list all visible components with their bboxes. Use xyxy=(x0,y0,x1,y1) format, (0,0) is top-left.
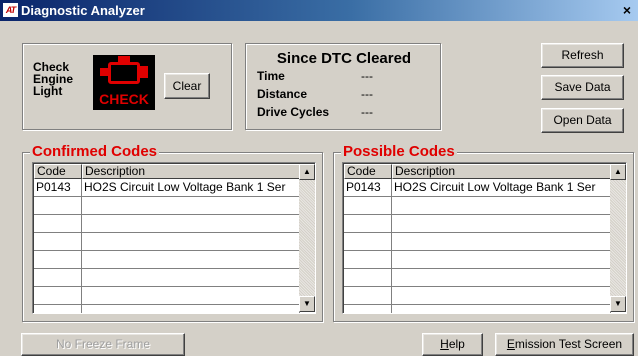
engine-icon-right xyxy=(140,66,148,78)
description-cell xyxy=(392,233,611,251)
table-row[interactable] xyxy=(34,215,300,233)
description-cell xyxy=(82,251,300,269)
code-cell xyxy=(344,305,392,313)
description-cell xyxy=(82,233,300,251)
description-cell: HO2S Circuit Low Voltage Bank 1 Ser xyxy=(82,179,300,197)
help-label: elp xyxy=(448,337,465,351)
code-cell xyxy=(34,287,82,305)
confirmed-codes-title: Confirmed Codes xyxy=(30,143,160,160)
code-cell xyxy=(34,197,82,215)
description-cell xyxy=(82,215,300,233)
emission-accel: E xyxy=(506,337,515,351)
engine-icon xyxy=(108,62,140,84)
description-cell xyxy=(82,287,300,305)
code-cell xyxy=(344,287,392,305)
scroll-up-icon[interactable]: ▲ xyxy=(299,164,315,180)
description-cell xyxy=(392,197,611,215)
help-button[interactable]: Help xyxy=(422,333,483,356)
clear-button[interactable]: Clear xyxy=(164,73,210,99)
scroll-down-icon[interactable]: ▼ xyxy=(610,296,626,312)
dtc-distance-value: --- xyxy=(361,87,373,101)
emission-test-screen-button[interactable]: Emission Test Screen xyxy=(495,333,634,356)
close-icon: × xyxy=(622,2,632,18)
table-row[interactable] xyxy=(344,269,611,287)
table-row[interactable] xyxy=(344,251,611,269)
dtc-time-value: --- xyxy=(361,69,373,83)
table-row[interactable] xyxy=(344,197,611,215)
app-icon: AT xyxy=(3,3,18,17)
description-cell xyxy=(82,269,300,287)
vertical-scrollbar[interactable]: ▲ ▼ xyxy=(610,164,626,312)
table-row[interactable] xyxy=(34,287,300,305)
code-cell xyxy=(344,251,392,269)
dtc-drive-cycles-value: --- xyxy=(361,105,373,119)
code-cell xyxy=(344,269,392,287)
column-header-description[interactable]: Description xyxy=(82,164,300,179)
table-row[interactable] xyxy=(34,233,300,251)
possible-codes-title: Possible Codes xyxy=(341,143,457,160)
possible-codes-table[interactable]: Code Description P0143 HO2S Circuit Low V… xyxy=(342,162,627,314)
save-data-button[interactable]: Save Data xyxy=(541,75,624,100)
code-cell xyxy=(34,233,82,251)
table-row[interactable]: P0143 HO2S Circuit Low Voltage Bank 1 Ser xyxy=(34,179,300,197)
description-cell xyxy=(392,269,611,287)
check-engine-label-line: Light xyxy=(33,84,63,98)
dtc-time-label: Time xyxy=(257,69,285,83)
table-row[interactable] xyxy=(344,233,611,251)
column-header-description[interactable]: Description xyxy=(392,164,611,179)
window-title: Diagnostic Analyzer xyxy=(21,3,145,18)
table-row[interactable] xyxy=(34,251,300,269)
emission-label: mission Test Screen xyxy=(514,337,623,351)
confirmed-codes-table[interactable]: Code Description P0143 HO2S Circuit Low V… xyxy=(32,162,316,314)
code-cell xyxy=(34,305,82,313)
description-cell xyxy=(392,251,611,269)
code-cell xyxy=(344,233,392,251)
description-cell xyxy=(392,287,611,305)
code-cell xyxy=(34,215,82,233)
vertical-scrollbar[interactable]: ▲ ▼ xyxy=(299,164,315,312)
table-row[interactable]: P0143 HO2S Circuit Low Voltage Bank 1 Ser xyxy=(344,179,611,197)
table-row[interactable] xyxy=(344,215,611,233)
description-cell xyxy=(392,215,611,233)
scroll-up-icon[interactable]: ▲ xyxy=(610,164,626,180)
refresh-button[interactable]: Refresh xyxy=(541,43,624,68)
column-header-code[interactable]: Code xyxy=(344,164,392,179)
table-row[interactable] xyxy=(344,305,611,313)
dtc-title: Since DTC Cleared xyxy=(276,50,412,67)
description-cell xyxy=(82,305,300,313)
check-lamp-text: CHECK xyxy=(99,91,149,107)
description-cell xyxy=(392,305,611,313)
close-button[interactable]: × xyxy=(618,2,636,19)
check-engine-label: Check Engine Light xyxy=(33,61,93,97)
code-cell xyxy=(34,269,82,287)
dtc-distance-label: Distance xyxy=(257,87,308,101)
code-cell xyxy=(344,197,392,215)
description-cell xyxy=(82,197,300,215)
table-row[interactable] xyxy=(344,287,611,305)
column-header-code[interactable]: Code xyxy=(34,164,82,179)
engine-icon-left xyxy=(100,68,108,76)
code-cell xyxy=(344,215,392,233)
dtc-drive-cycles-label: Drive Cycles xyxy=(257,105,330,119)
table-row[interactable] xyxy=(34,197,300,215)
code-cell xyxy=(34,251,82,269)
code-cell: P0143 xyxy=(344,179,392,197)
open-data-button[interactable]: Open Data xyxy=(541,108,624,133)
description-cell: HO2S Circuit Low Voltage Bank 1 Ser xyxy=(392,179,611,197)
scroll-down-icon[interactable]: ▼ xyxy=(299,296,315,312)
no-freeze-frame-button[interactable]: No Freeze Frame xyxy=(21,333,185,356)
table-row[interactable] xyxy=(34,269,300,287)
table-row[interactable] xyxy=(34,305,300,313)
help-accel: H xyxy=(440,337,449,351)
code-cell: P0143 xyxy=(34,179,82,197)
